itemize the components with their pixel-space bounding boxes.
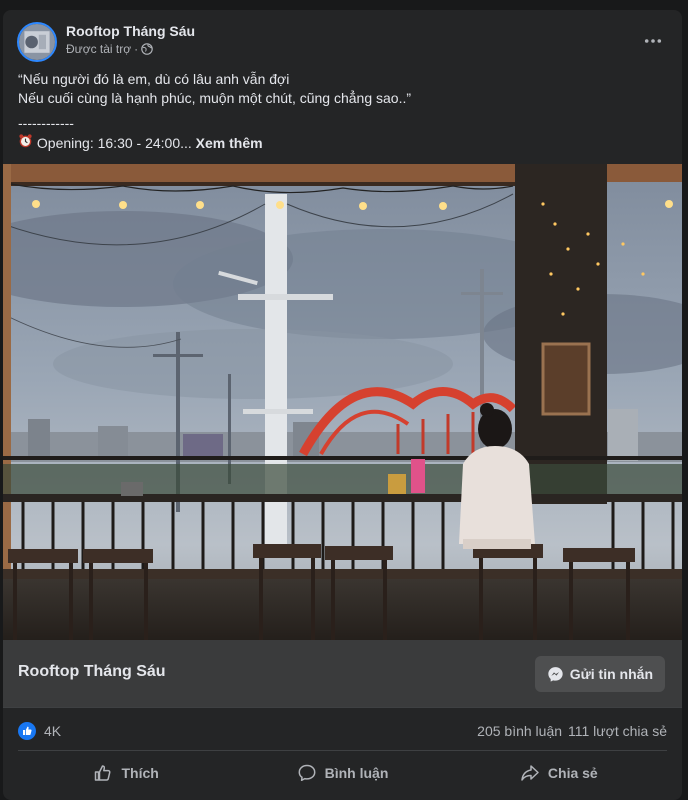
comment-label: Bình luận xyxy=(324,764,389,781)
post-meta: Được tài trợ · xyxy=(66,42,153,56)
send-message-button[interactable]: Gửi tin nhắn xyxy=(534,656,665,692)
sponsored-post: Rooftop Tháng Sáu Được tài trợ · “Nếu ng… xyxy=(3,10,682,800)
like-label: Thích xyxy=(121,764,159,781)
post-caption: “Nếu người đó là em, dù có lâu anh vẫn đ… xyxy=(18,70,668,152)
caption-opening-row: Opening: 16:30 - 24:00... Xem thêm xyxy=(18,133,668,153)
engagement-stats: 4K 205 bình luận 111 lượt chia sẻ xyxy=(18,719,667,743)
like-button[interactable]: Thích xyxy=(18,755,234,790)
globe-icon xyxy=(141,43,153,55)
avatar-image xyxy=(19,24,55,60)
send-message-label: Gửi tin nhắn xyxy=(569,666,653,682)
see-more-link[interactable]: Xem thêm xyxy=(196,135,263,151)
messenger-icon xyxy=(547,666,564,683)
reaction-summary[interactable]: 4K xyxy=(18,722,61,740)
caption-line-1: “Nếu người đó là em, dù có lâu anh vẫn đ… xyxy=(18,71,290,87)
caption-line-2: Nếu cuối cùng là hạnh phúc, muộn một chú… xyxy=(18,89,412,106)
more-horizontal-icon xyxy=(644,39,662,43)
comment-count[interactable]: 205 bình luận xyxy=(477,723,562,739)
share-count[interactable]: 111 lượt chia sẻ xyxy=(568,723,667,739)
share-arrow-icon xyxy=(521,764,539,781)
more-options-button[interactable] xyxy=(638,26,668,56)
alarm-clock-icon xyxy=(18,133,33,148)
page-avatar[interactable] xyxy=(17,22,57,62)
reaction-count: 4K xyxy=(44,723,62,739)
rooftop-photo-illustration xyxy=(3,164,682,640)
cta-page-name[interactable]: Rooftop Tháng Sáu xyxy=(18,663,166,681)
post-actions: Thích Bình luận Chia sẻ xyxy=(18,755,667,790)
opening-hours-text: Opening: 16:30 - 24:00... xyxy=(36,134,192,151)
comment-share-counts: 205 bình luận 111 lượt chia sẻ xyxy=(477,723,667,739)
like-reaction-icon xyxy=(18,722,36,740)
actions-divider xyxy=(18,750,667,751)
page-name[interactable]: Rooftop Tháng Sáu xyxy=(66,23,195,39)
meta-separator: · xyxy=(134,42,139,56)
post-header: Rooftop Tháng Sáu Được tài trợ · xyxy=(3,10,682,66)
call-to-action-bar: Rooftop Tháng Sáu Gửi tin nhắn xyxy=(3,640,682,708)
comment-icon xyxy=(298,764,316,781)
comment-button[interactable]: Bình luận xyxy=(234,755,450,790)
caption-separator: ------------ xyxy=(18,115,74,131)
post-photo[interactable] xyxy=(3,164,682,640)
sponsored-label[interactable]: Được tài trợ xyxy=(66,42,131,56)
thumbs-up-icon xyxy=(95,764,112,781)
share-button[interactable]: Chia sẻ xyxy=(451,755,667,790)
share-label: Chia sẻ xyxy=(547,764,598,781)
